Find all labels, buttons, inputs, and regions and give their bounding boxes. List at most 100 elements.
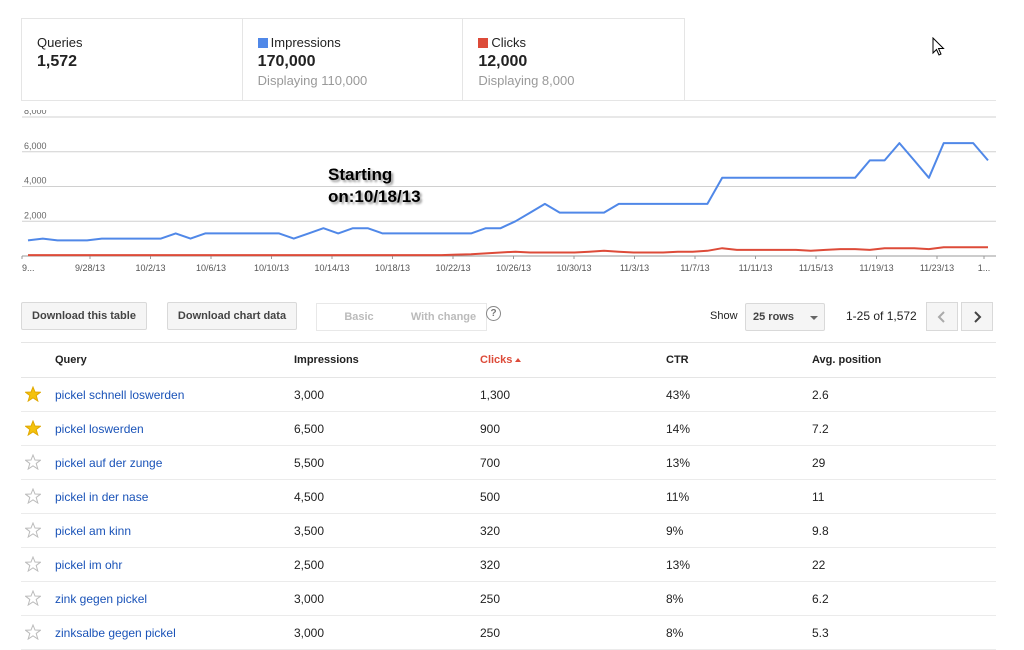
basic-toggle[interactable]: Basic bbox=[316, 303, 402, 331]
impressions-cell: 4,500 bbox=[294, 490, 325, 504]
impressions-label-row: Impressions bbox=[257, 35, 463, 51]
impressions-displaying: Displaying 110,000 bbox=[257, 73, 368, 88]
table-row: zink gegen pickel 3,000 250 8% 6.2 bbox=[21, 582, 996, 616]
sort-ascending-icon bbox=[515, 358, 522, 363]
star-icon[interactable] bbox=[25, 522, 41, 538]
table-row: pickel in der nase 4,500 500 11% 11 bbox=[21, 480, 996, 514]
avg-position-cell: 22 bbox=[812, 558, 826, 572]
clicks-cell: 320 bbox=[480, 524, 501, 538]
clicks-cell: 700 bbox=[480, 456, 501, 470]
x-tick-label: 10/2/13 bbox=[135, 263, 165, 273]
clicks-displaying: Displaying 8,000 bbox=[478, 73, 575, 88]
avg-position-cell: 11 bbox=[812, 490, 825, 504]
query-link[interactable]: pickel schnell loswerden bbox=[55, 388, 184, 402]
table-body: pickel schnell loswerden 3,000 1,300 43% 2.6… bbox=[21, 378, 996, 650]
star-icon[interactable] bbox=[25, 454, 41, 470]
previous-page-button[interactable] bbox=[926, 302, 958, 331]
x-tick-label: 10/18/13 bbox=[375, 263, 410, 273]
avg-position-cell: 9.8 bbox=[812, 524, 829, 538]
download-chart-data-button[interactable]: Download chart data bbox=[167, 302, 297, 330]
queries-value: 1,572 bbox=[37, 53, 78, 70]
next-page-button[interactable] bbox=[961, 302, 993, 331]
avg-position-cell: 5.3 bbox=[812, 626, 829, 640]
clicks-cell: 320 bbox=[480, 558, 501, 572]
x-tick-label: 11/11/13 bbox=[739, 263, 773, 273]
column-impressions[interactable]: Impressions bbox=[294, 354, 359, 366]
query-link[interactable]: zinksalbe gegen pickel bbox=[55, 626, 176, 640]
clicks-series-line[interactable] bbox=[28, 246, 988, 257]
impressions-checkbox[interactable] bbox=[257, 38, 268, 48]
ctr-cell: 8% bbox=[666, 592, 684, 606]
avg-position-cell: 6.2 bbox=[812, 592, 829, 606]
x-tick-label: 11/15/13 bbox=[799, 263, 833, 273]
show-label: Show bbox=[710, 310, 738, 322]
impressions-cell: 3,000 bbox=[294, 592, 325, 606]
chevron-down-icon bbox=[810, 316, 818, 320]
query-link[interactable]: pickel auf der zunge bbox=[55, 456, 162, 470]
x-tick-label: 9... bbox=[22, 263, 35, 273]
clicks-cell: 500 bbox=[480, 490, 501, 504]
x-tick-label: 9/28/13 bbox=[75, 263, 105, 273]
divider bbox=[685, 100, 996, 101]
star-icon[interactable] bbox=[25, 488, 41, 504]
table-header: Query Impressions Clicks CTR Avg. positi… bbox=[21, 342, 996, 378]
clicks-label-row: Clicks bbox=[478, 35, 684, 51]
query-link[interactable]: zink gegen pickel bbox=[55, 592, 147, 606]
download-table-button[interactable]: Download this table bbox=[21, 302, 147, 330]
queries-table: Query Impressions Clicks CTR Avg. positi… bbox=[21, 342, 996, 650]
impressions-cell: 3,000 bbox=[294, 626, 325, 640]
star-icon[interactable] bbox=[25, 420, 41, 436]
impressions-label: Impressions bbox=[270, 35, 341, 50]
rows-per-page-select[interactable]: 25 rows bbox=[745, 303, 825, 331]
impressions-series-line[interactable] bbox=[27, 142, 989, 242]
ctr-cell: 43% bbox=[666, 388, 691, 402]
clicks-cell: 1,300 bbox=[480, 388, 511, 402]
table-row: pickel auf der zunge 5,500 700 13% 29 bbox=[21, 446, 996, 480]
column-clicks-label: Clicks bbox=[480, 354, 513, 366]
clicks-checkbox[interactable] bbox=[478, 38, 489, 48]
star-icon[interactable] bbox=[25, 386, 41, 402]
impressions-cell: 5,500 bbox=[294, 456, 325, 470]
table-row: pickel am kinn 3,500 320 9% 9.8 bbox=[21, 514, 996, 548]
table-row: pickel im ohr 2,500 320 13% 22 bbox=[21, 548, 996, 582]
chart-annotation: Starting on:10/18/13 bbox=[328, 165, 421, 206]
clicks-cell: 250 bbox=[480, 592, 501, 606]
star-icon[interactable] bbox=[25, 590, 41, 606]
impressions-value: 170,000 bbox=[257, 53, 316, 70]
query-link[interactable]: pickel in der nase bbox=[55, 490, 148, 504]
queries-summary: Queries 1,572 bbox=[22, 19, 243, 100]
column-ctr[interactable]: CTR bbox=[666, 354, 689, 366]
help-icon[interactable]: ? bbox=[486, 306, 501, 321]
y-tick-label: 4,000 bbox=[24, 176, 47, 186]
column-clicks[interactable]: Clicks bbox=[480, 354, 522, 366]
with-change-toggle[interactable]: With change bbox=[401, 303, 487, 331]
query-link[interactable]: pickel im ohr bbox=[55, 558, 122, 572]
x-tick-label: 11/19/13 bbox=[859, 263, 893, 273]
rows-per-page-value: 25 rows bbox=[753, 311, 794, 323]
clicks-value: 12,000 bbox=[478, 53, 528, 70]
column-query[interactable]: Query bbox=[55, 354, 87, 366]
pagination-info: 1-25 of 1,572 bbox=[846, 309, 917, 323]
y-tick-label: 2,000 bbox=[24, 210, 47, 220]
x-tick-label: 10/10/13 bbox=[254, 263, 289, 273]
query-link[interactable]: pickel am kinn bbox=[55, 524, 131, 538]
performance-chart[interactable]: 2,000 4,000 6,000 8,000 9... 9/28/13 10/2/13 10… bbox=[0, 110, 1000, 280]
star-icon[interactable] bbox=[25, 624, 41, 640]
column-avg-position[interactable]: Avg. position bbox=[812, 354, 881, 366]
y-tick-label: 8,000 bbox=[24, 110, 47, 116]
x-tick-label: 10/6/13 bbox=[196, 263, 226, 273]
table-row: pickel schnell loswerden 3,000 1,300 43% 2.6 bbox=[21, 378, 996, 412]
summary-panel: Queries 1,572 Impressions 170,000 Displa… bbox=[21, 18, 685, 101]
star-icon[interactable] bbox=[25, 556, 41, 572]
x-tick-label: 10/22/13 bbox=[435, 263, 470, 273]
query-link[interactable]: pickel loswerden bbox=[55, 422, 144, 436]
clicks-summary[interactable]: Clicks 12,000 Displaying 8,000 bbox=[463, 19, 684, 100]
impressions-summary[interactable]: Impressions 170,000 Displaying 110,000 bbox=[243, 19, 464, 100]
table-row: zinksalbe gegen pickel 3,000 250 8% 5.3 bbox=[21, 616, 996, 650]
impressions-cell: 6,500 bbox=[294, 422, 325, 436]
impressions-cell: 2,500 bbox=[294, 558, 325, 572]
x-tick-label: 10/14/13 bbox=[314, 263, 349, 273]
clicks-cell: 900 bbox=[480, 422, 501, 436]
clicks-label: Clicks bbox=[491, 35, 527, 50]
x-tick-label: 11/7/13 bbox=[680, 263, 709, 273]
